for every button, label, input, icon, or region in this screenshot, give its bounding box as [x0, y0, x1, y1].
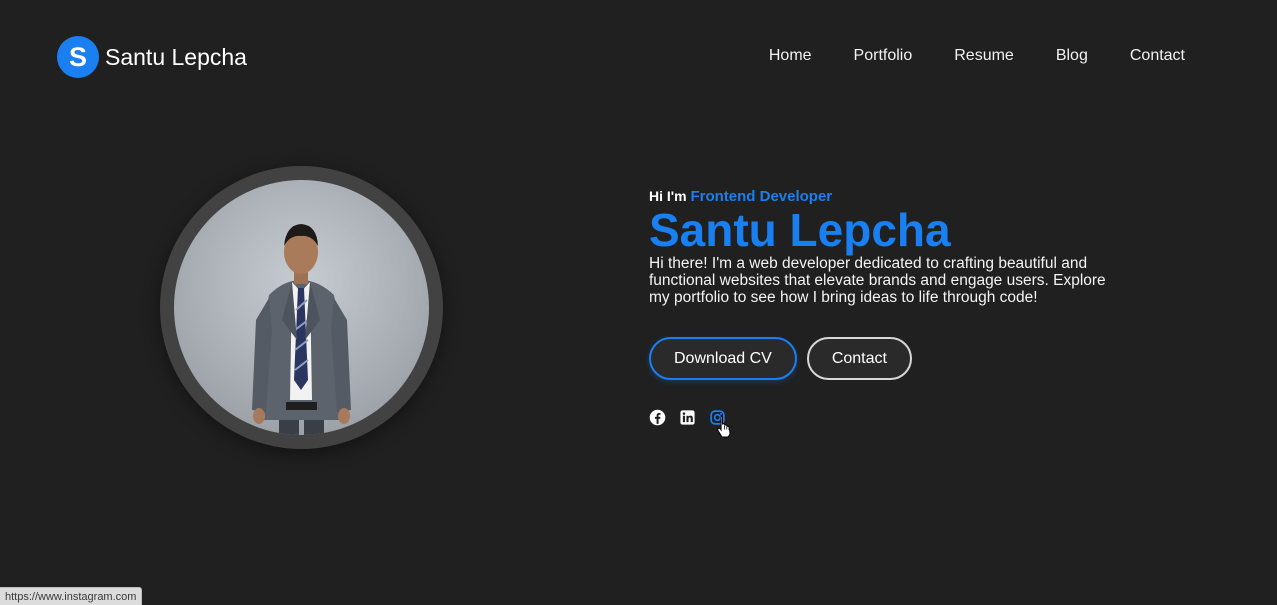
hero-description: Hi there! I'm a web developer dedicated … — [649, 255, 1106, 306]
person-illustration — [252, 224, 351, 435]
greeting-line: Hi I'm Frontend Developer — [649, 188, 1149, 205]
nav-item-contact[interactable]: Contact — [1130, 47, 1185, 65]
nav-item-resume[interactable]: Resume — [954, 47, 1014, 65]
brand-name[interactable]: Santu Lepcha — [105, 44, 247, 71]
facebook-icon[interactable] — [649, 409, 666, 426]
hero-actions: Download CV Contact — [649, 337, 912, 380]
brand[interactable]: S Santu Lepcha — [57, 36, 247, 78]
linkedin-icon[interactable] — [679, 409, 696, 426]
greeting-text: Hi I'm — [649, 188, 687, 204]
hand-cursor-icon — [717, 415, 731, 438]
hero-name: Santu Lepcha — [649, 204, 951, 256]
role-text: Frontend Developer — [690, 188, 833, 205]
contact-button[interactable]: Contact — [806, 337, 912, 380]
profile-photo — [174, 180, 429, 435]
brand-logo-icon[interactable]: S — [57, 36, 99, 78]
browser-status-bar: https://www.instagram.com — [0, 587, 143, 605]
hero-section: Hi I'm Frontend Developer Santu Lepcha H… — [649, 188, 1149, 306]
main-nav: Home Portfolio Resume Blog Contact — [769, 47, 1185, 65]
nav-item-portfolio[interactable]: Portfolio — [854, 47, 913, 65]
social-links — [649, 409, 726, 426]
download-cv-button[interactable]: Download CV — [649, 337, 797, 380]
nav-item-home[interactable]: Home — [769, 47, 812, 65]
profile-photo-frame — [160, 166, 443, 449]
page: S Santu Lepcha Home Portfolio Resume Blo… — [0, 0, 1277, 605]
nav-item-blog[interactable]: Blog — [1056, 47, 1088, 65]
